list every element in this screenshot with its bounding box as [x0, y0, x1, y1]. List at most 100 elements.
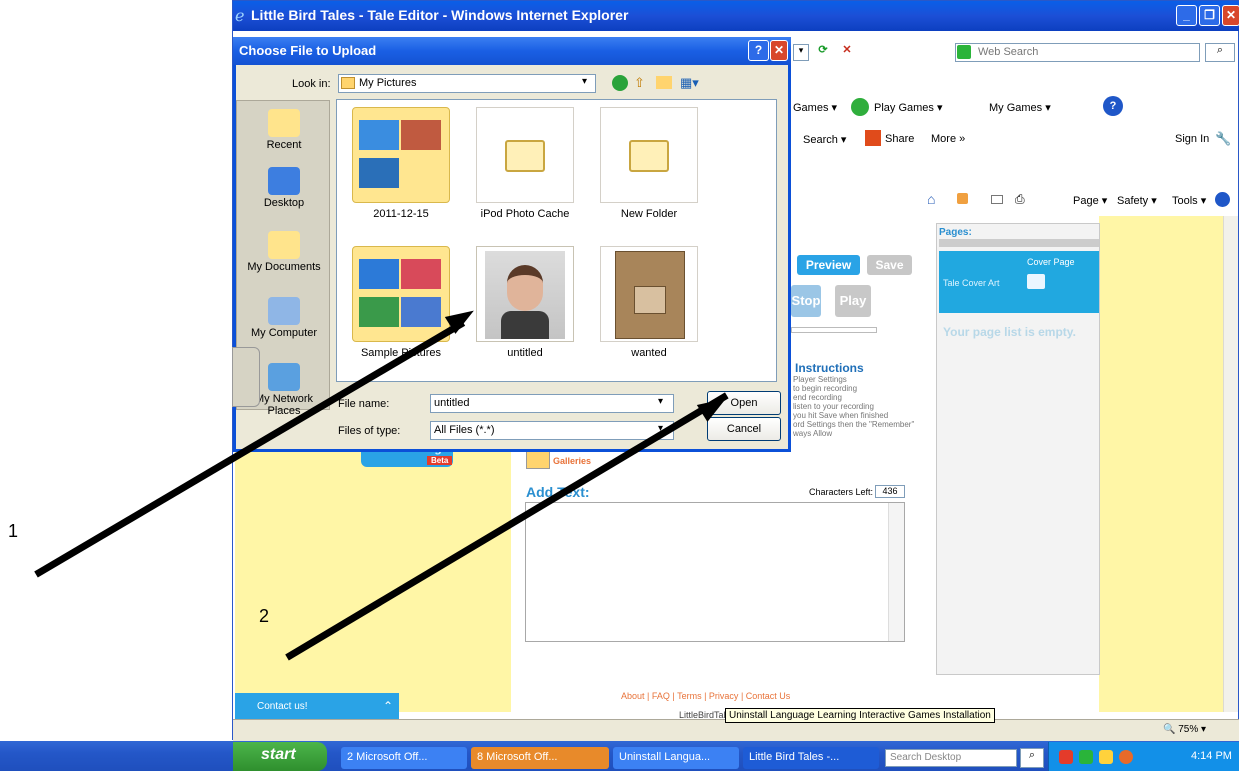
feeds-icon[interactable] — [957, 193, 968, 204]
play-button[interactable]: Play — [835, 285, 871, 317]
file-type-select[interactable]: All Files (*.*) ▾ — [430, 421, 674, 440]
place-my-documents[interactable]: My Documents — [237, 231, 331, 273]
footer-links: About | FAQ | Terms | Privacy | Contact … — [621, 691, 791, 701]
page-scrollbar[interactable] — [1223, 216, 1238, 712]
save-button[interactable]: Save — [867, 255, 912, 275]
tray-icon[interactable] — [1099, 750, 1113, 764]
footer-terms[interactable]: Terms — [677, 691, 702, 701]
toolbar-play-games[interactable]: Play Games ▾ — [874, 101, 943, 114]
preview-button[interactable]: Preview — [797, 255, 860, 275]
file-name-input[interactable]: untitled ▾ — [430, 394, 674, 413]
folder-preview-image — [359, 158, 399, 188]
print-icon[interactable]: ⎙ — [1015, 192, 1025, 207]
toolbar-share[interactable]: Share — [885, 133, 914, 145]
footer-privacy[interactable]: Privacy — [709, 691, 739, 701]
cancel-button[interactable]: Cancel — [707, 417, 781, 441]
documents-icon — [268, 231, 300, 259]
start-button[interactable]: start — [233, 742, 327, 771]
toolbar-search[interactable]: Search ▾ — [803, 133, 846, 146]
desktop-search-icon[interactable]: ⌕ — [1020, 748, 1044, 768]
folder-preview-image — [359, 120, 399, 150]
new-folder-icon[interactable] — [656, 76, 672, 89]
ie-status-bar: Uninstall Language Learning Interactive … — [233, 708, 1239, 741]
back-icon[interactable] — [612, 75, 628, 91]
dialog-help-button[interactable]: ? — [748, 40, 769, 61]
cover-thumb-icon — [1027, 274, 1045, 289]
cover-page-card[interactable]: Tale Cover Art Cover Page — [939, 251, 1099, 313]
face-shape — [507, 265, 543, 311]
toolbar-more[interactable]: More » — [931, 133, 965, 145]
dialog-close-button[interactable]: ✕ — [770, 40, 788, 61]
file-name-label: File name: — [338, 398, 390, 410]
folder-icon — [505, 140, 545, 172]
file-type-label: Files of type: — [338, 425, 401, 437]
help-icon[interactable]: ? — [1103, 96, 1123, 116]
tray-icon[interactable] — [1059, 750, 1073, 764]
folder-preview-image — [359, 259, 399, 289]
ie-title: Little Bird Tales - Tale Editor - Window… — [251, 7, 629, 23]
maximize-button[interactable]: ❐ — [1199, 5, 1220, 26]
file-label: 2011-12-15 — [373, 208, 429, 220]
refresh-icon[interactable]: ⟳ — [813, 43, 833, 62]
mail-icon[interactable] — [991, 195, 1003, 204]
galleries-icon — [526, 451, 550, 469]
home-icon[interactable]: ⌂ — [927, 191, 935, 207]
menu-tools[interactable]: Tools ▾ — [1172, 194, 1206, 207]
place-recent[interactable]: Recent — [237, 109, 331, 151]
file-folder-ipod-photo-cache[interactable] — [476, 107, 574, 203]
tray-icon[interactable] — [1119, 750, 1133, 764]
panel-toggle-handle[interactable] — [232, 347, 260, 407]
chevron-down-icon: ▾ — [658, 396, 664, 407]
task-little-bird-tales[interactable]: Little Bird Tales -... — [743, 747, 879, 769]
clock: 4:14 PM — [1191, 750, 1232, 762]
file-folder-sample-pictures[interactable] — [352, 246, 450, 342]
help-small-icon[interactable] — [1215, 192, 1230, 207]
progress-bar — [791, 327, 877, 333]
network-icon — [268, 363, 300, 391]
view-menu-icon[interactable]: ▦▾ — [680, 75, 699, 91]
task-uninstall[interactable]: Uninstall Langua... — [613, 747, 739, 769]
contact-us-tab[interactable]: Contact us! ⌃ — [235, 693, 399, 719]
search-go-icon[interactable]: ⌕ — [1205, 43, 1235, 62]
zoom-level[interactable]: 🔍 75% ▾ — [1163, 724, 1206, 735]
file-wanted[interactable] — [600, 246, 698, 342]
look-in-select[interactable]: My Pictures ▾ — [338, 74, 596, 93]
place-desktop[interactable]: Desktop — [237, 167, 331, 209]
file-untitled[interactable] — [476, 246, 574, 342]
wrench-icon[interactable]: 🔧 — [1215, 131, 1231, 147]
minimize-button[interactable]: _ — [1176, 5, 1197, 26]
desktop-icon — [268, 167, 300, 195]
desktop-search-input[interactable]: Search Desktop — [885, 749, 1017, 767]
galleries-link[interactable]: Galleries — [553, 456, 591, 466]
computer-icon — [268, 297, 300, 325]
toolbar-games[interactable]: Games ▾ — [793, 101, 837, 114]
footer-contact[interactable]: Contact Us — [746, 691, 791, 701]
ie-logo-icon: ℯ — [235, 8, 245, 25]
text-area-scrollbar[interactable] — [888, 503, 904, 641]
menu-page[interactable]: Page ▾ — [1073, 194, 1107, 207]
toolbar-my-games[interactable]: My Games ▾ — [989, 101, 1051, 114]
poster-photo — [634, 286, 666, 314]
web-search-input[interactable]: Web Search — [955, 43, 1200, 62]
tray-icon[interactable] — [1079, 750, 1093, 764]
up-folder-icon[interactable]: ⇧ — [634, 75, 645, 91]
menu-safety[interactable]: Safety ▾ — [1117, 194, 1157, 207]
stop-button[interactable]: Stop — [791, 285, 821, 317]
folder-icon — [629, 140, 669, 172]
place-my-computer[interactable]: My Computer — [237, 297, 331, 339]
task-microsoft-office-1[interactable]: 2 Microsoft Off... — [341, 747, 467, 769]
file-list: 2011-12-15 iPod Photo Cache New Folder S… — [336, 99, 777, 382]
folder-preview-image — [359, 297, 399, 327]
footer-faq[interactable]: FAQ — [652, 691, 670, 701]
file-label: New Folder — [620, 208, 678, 220]
stop-icon[interactable]: ✕ — [837, 43, 857, 62]
task-microsoft-office-2[interactable]: 8 Microsoft Off... — [471, 747, 609, 769]
file-folder-new-folder[interactable] — [600, 107, 698, 203]
footer-about[interactable]: About — [621, 691, 645, 701]
folder-preview-image — [401, 120, 441, 150]
close-window-button[interactable]: ✕ — [1222, 5, 1239, 26]
address-dropdown[interactable]: ▾ — [793, 44, 809, 61]
file-folder-2011-12-15[interactable] — [352, 107, 450, 203]
story-text-area[interactable] — [525, 502, 905, 642]
toolbar-sign-in[interactable]: Sign In — [1175, 133, 1209, 145]
